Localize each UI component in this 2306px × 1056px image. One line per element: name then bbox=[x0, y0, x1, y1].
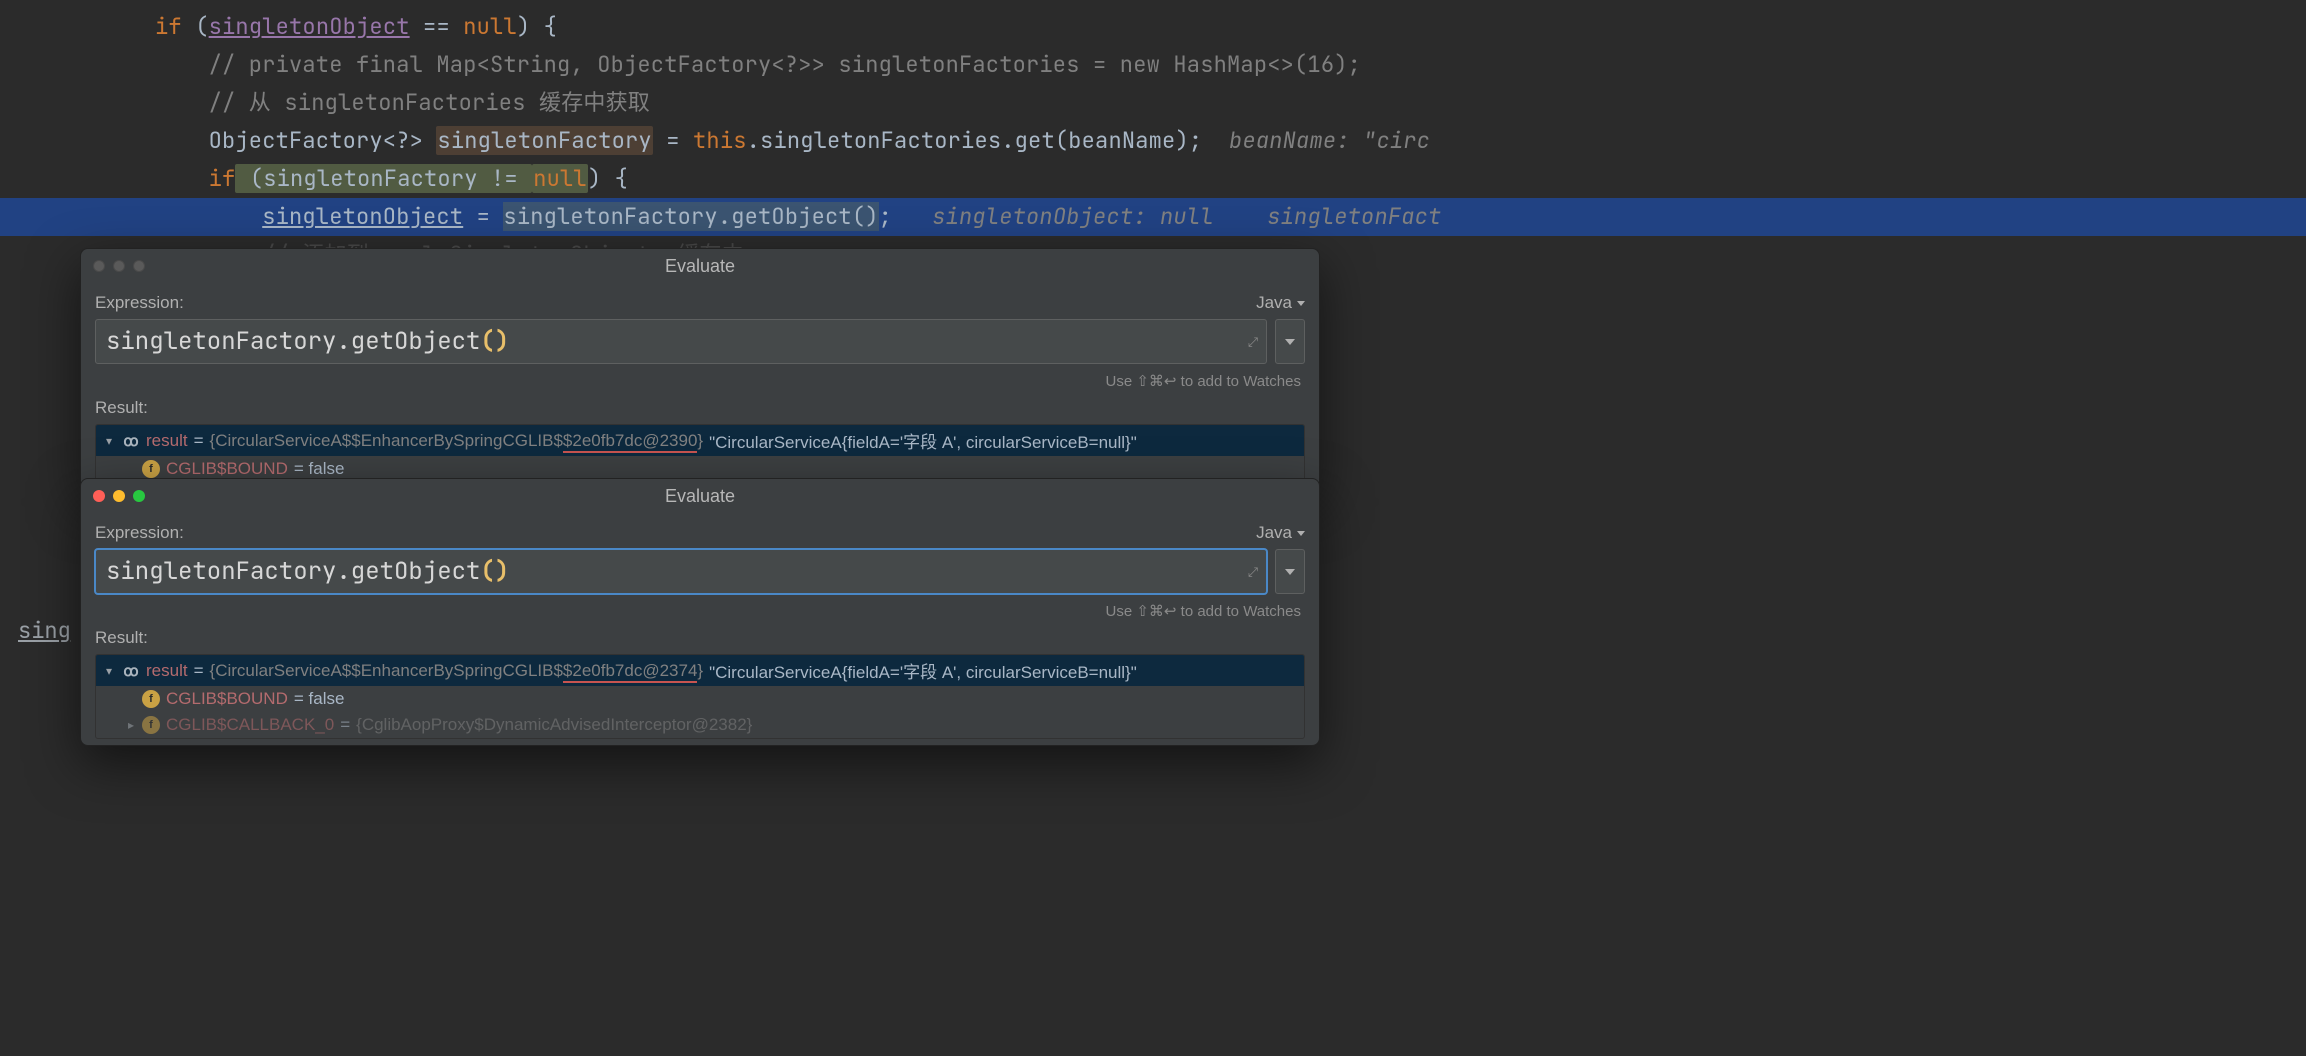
traffic-lights[interactable] bbox=[93, 490, 145, 502]
dialog-title: Evaluate bbox=[81, 486, 1319, 507]
object-icon: ꝏ bbox=[120, 662, 140, 680]
expression-label: Expression: bbox=[95, 523, 184, 543]
breakpoint-line[interactable]: singletonObject = singletonFactory.getOb… bbox=[0, 198, 2306, 236]
tree-row-field[interactable]: ▸ f CGLIB$CALLBACK_0 = {CglibAopProxy$Dy… bbox=[96, 712, 1304, 738]
field-icon: f bbox=[142, 690, 160, 708]
result-label: Result: bbox=[95, 398, 1305, 418]
add-watch-hint: Use ⇧⌘↩ to add to Watches bbox=[95, 602, 1301, 620]
partial-text: sing bbox=[18, 616, 71, 645]
maximize-icon[interactable] bbox=[133, 490, 145, 502]
chevron-down-icon bbox=[1295, 523, 1305, 543]
language-picker[interactable]: Java bbox=[1256, 293, 1305, 313]
expand-icon[interactable]: ▸ bbox=[126, 718, 136, 732]
code-line: if (singletonFactory != null) { bbox=[0, 160, 2306, 198]
code-line: if (singletonObject == null) { bbox=[0, 8, 2306, 46]
tree-row-result[interactable]: ▾ ꝏ result = {CircularServiceA$$Enhancer… bbox=[96, 425, 1304, 456]
evaluate-dialog-back[interactable]: Evaluate Expression: Java singletonFacto… bbox=[80, 248, 1320, 490]
language-picker[interactable]: Java bbox=[1256, 523, 1305, 543]
code-line: ObjectFactory<?> singletonFactory = this… bbox=[0, 122, 2306, 160]
maximize-icon[interactable] bbox=[133, 260, 145, 272]
expression-label: Expression: bbox=[95, 293, 184, 313]
object-icon: ꝏ bbox=[120, 432, 140, 450]
close-icon[interactable] bbox=[93, 490, 105, 502]
result-label: Result: bbox=[95, 628, 1305, 648]
evaluate-dialog-front[interactable]: Evaluate Expression: Java singletonFacto… bbox=[80, 478, 1320, 746]
result-tree[interactable]: ▾ ꝏ result = {CircularServiceA$$Enhancer… bbox=[95, 424, 1305, 483]
close-icon[interactable] bbox=[93, 260, 105, 272]
expression-input[interactable]: singletonFactory.getObject() ⤢ bbox=[95, 549, 1267, 594]
field-icon: f bbox=[142, 460, 160, 478]
history-dropdown[interactable] bbox=[1275, 549, 1305, 594]
expand-icon[interactable]: ⤢ bbox=[1248, 333, 1258, 350]
add-watch-hint: Use ⇧⌘↩ to add to Watches bbox=[95, 372, 1301, 390]
titlebar[interactable]: Evaluate bbox=[81, 249, 1319, 283]
minimize-icon[interactable] bbox=[113, 490, 125, 502]
traffic-lights[interactable] bbox=[93, 260, 145, 272]
history-dropdown[interactable] bbox=[1275, 319, 1305, 364]
collapse-icon[interactable]: ▾ bbox=[104, 664, 114, 678]
collapse-icon[interactable]: ▾ bbox=[104, 434, 114, 448]
tree-row-field[interactable]: f CGLIB$BOUND = false bbox=[96, 686, 1304, 712]
result-tree[interactable]: ▾ ꝏ result = {CircularServiceA$$Enhancer… bbox=[95, 654, 1305, 739]
field-icon: f bbox=[142, 716, 160, 734]
code-line: // 从 singletonFactories 缓存中获取 bbox=[0, 84, 2306, 122]
tree-row-result[interactable]: ▾ ꝏ result = {CircularServiceA$$Enhancer… bbox=[96, 655, 1304, 686]
expression-input[interactable]: singletonFactory.getObject() ⤢ bbox=[95, 319, 1267, 364]
expand-icon[interactable]: ⤢ bbox=[1248, 563, 1258, 580]
titlebar[interactable]: Evaluate bbox=[81, 479, 1319, 513]
chevron-down-icon bbox=[1295, 293, 1305, 313]
minimize-icon[interactable] bbox=[113, 260, 125, 272]
code-line: // private final Map<String, ObjectFacto… bbox=[0, 46, 2306, 84]
dialog-title: Evaluate bbox=[81, 256, 1319, 277]
